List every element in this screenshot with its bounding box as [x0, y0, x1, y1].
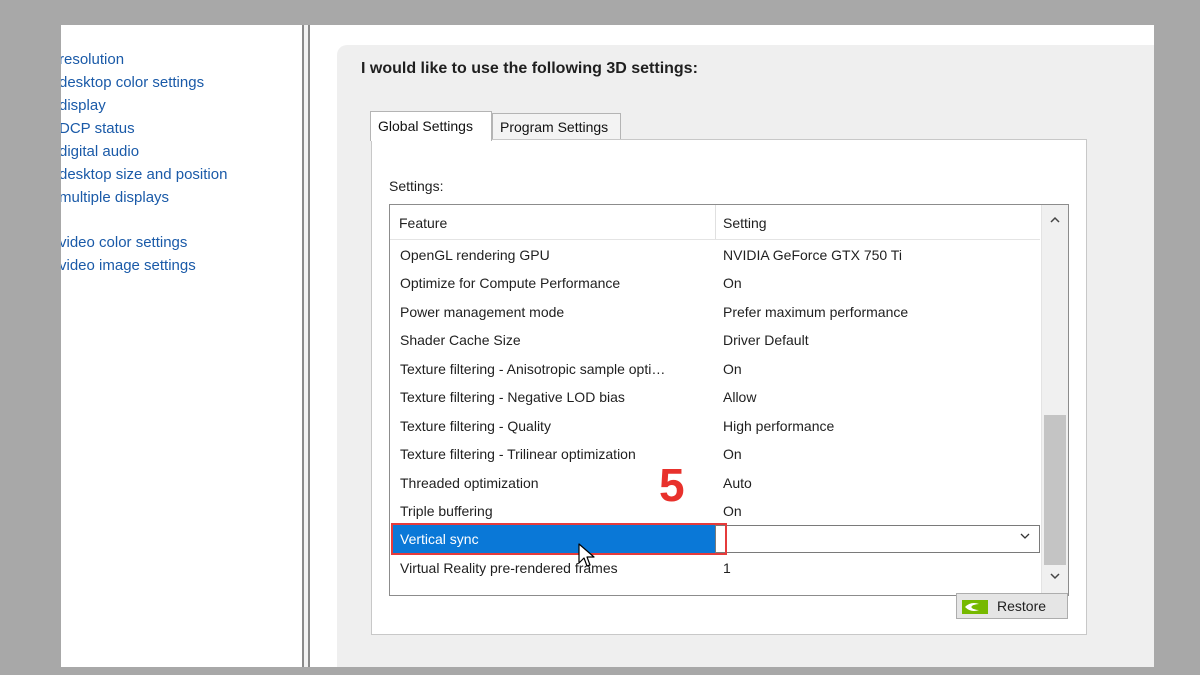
nav-link-digital-audio[interactable]: digital audio [61, 143, 139, 160]
table-row[interactable]: Texture filtering - Negative LOD bias Al… [390, 383, 1040, 411]
feature-name: Threaded optimization [400, 475, 539, 491]
setting-value: On [723, 503, 742, 519]
mouse-pointer-icon [578, 543, 595, 567]
nav-link-multiple-displays[interactable]: multiple displays [61, 189, 169, 206]
setting-value: On [723, 361, 742, 377]
nav-link-display[interactable]: display [61, 97, 106, 114]
feature-name: Shader Cache Size [400, 332, 521, 348]
step-number-annotation: 5 [659, 459, 685, 511]
column-divider[interactable] [715, 205, 716, 239]
scroll-thumb[interactable] [1044, 415, 1066, 565]
setting-value: On [723, 275, 742, 291]
scroll-up-button[interactable] [1042, 209, 1068, 235]
table-row-selected[interactable]: Vertical sync Use the 3D application set… [390, 525, 1068, 553]
nav-link-hdcp-status[interactable]: DCP status [61, 120, 135, 137]
nav-link-resolution[interactable]: resolution [61, 51, 124, 68]
vertical-scrollbar[interactable] [1041, 205, 1068, 595]
feature-name: Texture filtering - Quality [400, 418, 551, 434]
settings-panel: I would like to use the following 3D set… [337, 45, 1154, 667]
chevron-down-icon [1050, 573, 1060, 580]
column-header-setting[interactable]: Setting [723, 215, 767, 231]
tab-page: Settings: Feature Setting OpenGL renderi… [371, 139, 1087, 635]
tab-program-settings[interactable]: Program Settings [492, 113, 621, 140]
table-row[interactable]: Power management mode Prefer maximum per… [390, 298, 1040, 326]
table-row[interactable]: Shader Cache Size Driver Default [390, 326, 1040, 354]
feature-name: Power management mode [400, 304, 565, 320]
table-row[interactable]: Texture filtering - Quality High perform… [390, 412, 1040, 440]
nav-link-desktop-color-settings[interactable]: desktop color settings [61, 74, 204, 91]
screen: resolution desktop color settings displa… [61, 25, 1154, 667]
table-row[interactable]: Threaded optimization Auto [390, 469, 1040, 497]
table-row[interactable]: Optimize for Compute Performance On [390, 269, 1040, 297]
left-nav: resolution desktop color settings displa… [61, 25, 301, 667]
feature-name: Texture filtering - Negative LOD bias [400, 389, 625, 405]
setting-value: Driver Default [723, 332, 809, 348]
column-header-feature[interactable]: Feature [399, 215, 447, 231]
feature-name: Optimize for Compute Performance [400, 275, 621, 291]
nav-link-desktop-size-position[interactable]: desktop size and position [61, 166, 227, 183]
feature-name: OpenGL rendering GPU [400, 247, 550, 263]
setting-value: Auto [723, 475, 752, 491]
pane-splitter[interactable] [302, 25, 310, 667]
chevron-down-icon[interactable] [1019, 530, 1031, 542]
setting-value: High performance [723, 418, 835, 434]
nvidia-logo-icon [962, 600, 988, 614]
table-row[interactable]: Triple buffering On [390, 497, 1040, 525]
setting-value: Prefer maximum performance [723, 304, 909, 320]
feature-name: Vertical sync [400, 531, 479, 547]
setting-value: 1 [723, 560, 731, 576]
table-row[interactable]: OpenGL rendering GPU NVIDIA GeForce GTX … [390, 241, 1040, 269]
nav-link-video-color-settings[interactable]: video color settings [61, 234, 187, 251]
feature-name: Texture filtering - Anisotropic sample o… [400, 361, 666, 377]
setting-value: NVIDIA GeForce GTX 750 Ti [723, 247, 902, 263]
nav-link-video-image-settings[interactable]: video image settings [61, 257, 196, 274]
list-header: Feature Setting [390, 205, 1040, 240]
feature-name: Triple buffering [400, 503, 493, 519]
chevron-up-icon [1050, 216, 1060, 223]
tab-global-settings[interactable]: Global Settings [370, 111, 492, 141]
settings-label: Settings: [389, 178, 444, 194]
restore-button[interactable]: Restore [956, 593, 1068, 619]
panel-heading: I would like to use the following 3D set… [361, 60, 698, 77]
scroll-down-button[interactable] [1042, 565, 1068, 591]
table-row[interactable]: Virtual Reality pre-rendered frames 1 [390, 554, 1040, 582]
setting-value: Allow [723, 389, 757, 405]
setting-value: On [723, 446, 742, 462]
restore-label: Restore [997, 598, 1047, 614]
table-row[interactable]: Texture filtering - Trilinear optimizati… [390, 440, 1040, 468]
vertical-sync-dropdown[interactable]: Use the 3D application setting [715, 525, 1068, 553]
feature-setting-list: Feature Setting OpenGL rendering GPU NVI… [389, 204, 1069, 596]
feature-name: Texture filtering - Trilinear optimizati… [400, 446, 636, 462]
table-row[interactable]: Texture filtering - Anisotropic sample o… [390, 355, 1040, 383]
